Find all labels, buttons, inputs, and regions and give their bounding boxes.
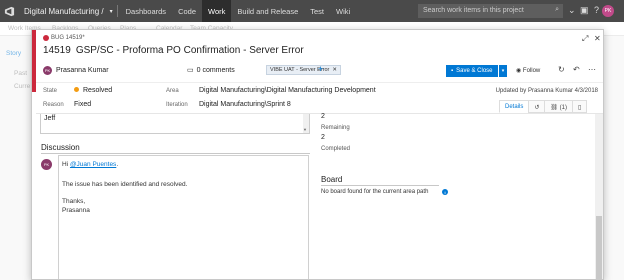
work-item-type-label: BUG 14519*: [51, 35, 85, 41]
work-item-title-text: GSP/SC - Proforma PO Confirmation - Serv…: [75, 45, 304, 56]
save-button-label: Save & Close: [456, 68, 493, 74]
chevron-down-icon[interactable]: ▾: [110, 8, 115, 15]
description-scrollbar[interactable]: ▼: [303, 114, 309, 133]
undo-icon[interactable]: ↶: [573, 65, 580, 74]
scroll-down-arrow-icon[interactable]: ▼: [303, 127, 307, 132]
board-heading: Board: [321, 175, 343, 184]
add-tag-icon[interactable]: +: [318, 64, 323, 74]
follow-button[interactable]: ◉ Follow: [516, 67, 540, 74]
bug-icon: [43, 35, 49, 41]
area-path-field[interactable]: Digital Manufacturing\Digital Manufactur…: [199, 87, 376, 94]
assignee-name: Prasanna Kumar: [56, 67, 109, 74]
scrollbar-thumb[interactable]: [596, 216, 602, 279]
follow-icon: ◉: [516, 68, 523, 74]
remaining-value[interactable]: 2: [321, 134, 325, 141]
assignee-avatar: PK: [43, 66, 52, 75]
nav-separator: [116, 5, 118, 17]
tag-chip[interactable]: VIBE UAT - Server Error ✕: [266, 65, 342, 75]
state-dropdown[interactable]: Resolved: [74, 87, 112, 94]
save-options-chevron-icon[interactable]: ▾: [498, 65, 507, 77]
description-text: Jeff: [44, 115, 56, 122]
updated-by-text[interactable]: Updated by Prasanna Kumar 4/3/2018: [496, 88, 598, 94]
work-item-id: 14519: [43, 45, 71, 56]
work-item-fields: State Resolved Reason Fixed Area Digital…: [36, 82, 603, 114]
nav-wiki[interactable]: Wiki: [330, 0, 356, 22]
area-label: Area: [166, 88, 179, 94]
nav-test[interactable]: Test: [304, 0, 330, 22]
save-icon: ▪: [451, 68, 454, 74]
reason-label: Reason: [43, 102, 64, 108]
work-item-type: BUG 14519*: [43, 35, 85, 41]
reason-dropdown[interactable]: Fixed: [74, 101, 91, 108]
state-indicator-icon: [74, 87, 79, 92]
follow-label: Follow: [522, 68, 541, 74]
comment-greeting: Hi @Juan Puentes.: [62, 161, 118, 168]
search-icon[interactable]: ⌕: [555, 6, 559, 14]
nav-dashboards[interactable]: Dashboards: [120, 0, 172, 22]
comment-line-1: The issue has been identified and resolv…: [62, 181, 188, 188]
chevron-down-icon[interactable]: ⌄: [568, 5, 576, 16]
tab-links[interactable]: ⛓ (1): [544, 100, 574, 113]
comments-count: 0 comments: [196, 66, 235, 74]
marketplace-icon[interactable]: ▣: [580, 5, 589, 16]
close-icon[interactable]: ✕: [594, 34, 601, 43]
more-actions-icon[interactable]: ⋯: [588, 65, 596, 74]
state-value: Resolved: [83, 87, 113, 94]
tab-history[interactable]: ↺: [528, 100, 546, 113]
dialog-scrollbar[interactable]: [595, 114, 603, 279]
search-placeholder: Search work items in this project: [423, 7, 524, 14]
nav-code[interactable]: Code: [172, 0, 202, 22]
original-estimate-value[interactable]: 2: [321, 113, 325, 120]
remaining-label: Remaining: [321, 125, 350, 131]
comment-icon: ▭: [187, 67, 194, 74]
maximize-icon[interactable]: ⤢: [582, 34, 588, 44]
comments-link[interactable]: ▭ 0 comments: [187, 66, 235, 75]
help-icon[interactable]: ?: [594, 5, 599, 15]
refresh-icon[interactable]: ↻: [558, 65, 565, 74]
remove-tag-icon[interactable]: ✕: [332, 67, 337, 73]
iteration-label: Iteration: [166, 102, 188, 108]
mention-link[interactable]: @Juan Puentes: [70, 161, 116, 168]
attachment-icon: ▯: [578, 105, 582, 111]
project-selector[interactable]: Digital Manufacturing /: [18, 7, 110, 16]
iteration-path-field[interactable]: Digital Manufacturing\Sprint 8: [199, 101, 291, 108]
top-navigation-bar: Digital Manufacturing / ▾ Dashboards Cod…: [0, 0, 624, 22]
links-count: (1): [559, 105, 568, 111]
description-field[interactable]: Jeff ▼: [40, 114, 310, 134]
board-divider: [321, 185, 439, 186]
comment-author-avatar: PK: [41, 159, 52, 170]
tab-attachments[interactable]: ▯: [572, 100, 588, 113]
discussion-heading: Discussion: [41, 143, 80, 152]
work-item-dialog: BUG 14519* 14519 GSP/SC - Proforma PO Con…: [31, 29, 604, 280]
history-icon: ↺: [534, 105, 540, 111]
search-input[interactable]: Search work items in this project ⌕: [418, 4, 563, 18]
nav-work[interactable]: Work: [202, 0, 232, 22]
comment-line-2: Thanks,: [62, 198, 86, 205]
assigned-to-field[interactable]: PK Prasanna Kumar: [43, 66, 109, 75]
board-message: No board found for the current area path: [321, 189, 429, 195]
work-item-title[interactable]: 14519 GSP/SC - Proforma PO Confirmation -…: [43, 45, 304, 56]
state-label: State: [43, 88, 58, 94]
tab-details[interactable]: Details: [499, 100, 530, 113]
comment-greeting-text: Hi: [62, 161, 70, 168]
user-avatar[interactable]: PK: [602, 5, 614, 17]
comment-line-3: Prasanna: [62, 207, 90, 214]
nav-build-and-release[interactable]: Build and Release: [231, 0, 304, 22]
detail-tabs: Details ↺ ⛓ (1) ▯: [499, 100, 588, 114]
vsts-logo-icon[interactable]: [0, 0, 18, 22]
completed-label: Completed: [321, 146, 351, 152]
discussion-comment-box[interactable]: [58, 155, 309, 279]
info-icon[interactable]: i: [442, 189, 448, 195]
link-icon: ⛓: [550, 105, 560, 111]
comment-greeting-end: .: [116, 161, 119, 168]
save-and-close-button[interactable]: ▪ Save & Close ▾: [446, 65, 507, 77]
discussion-divider: [41, 153, 310, 154]
